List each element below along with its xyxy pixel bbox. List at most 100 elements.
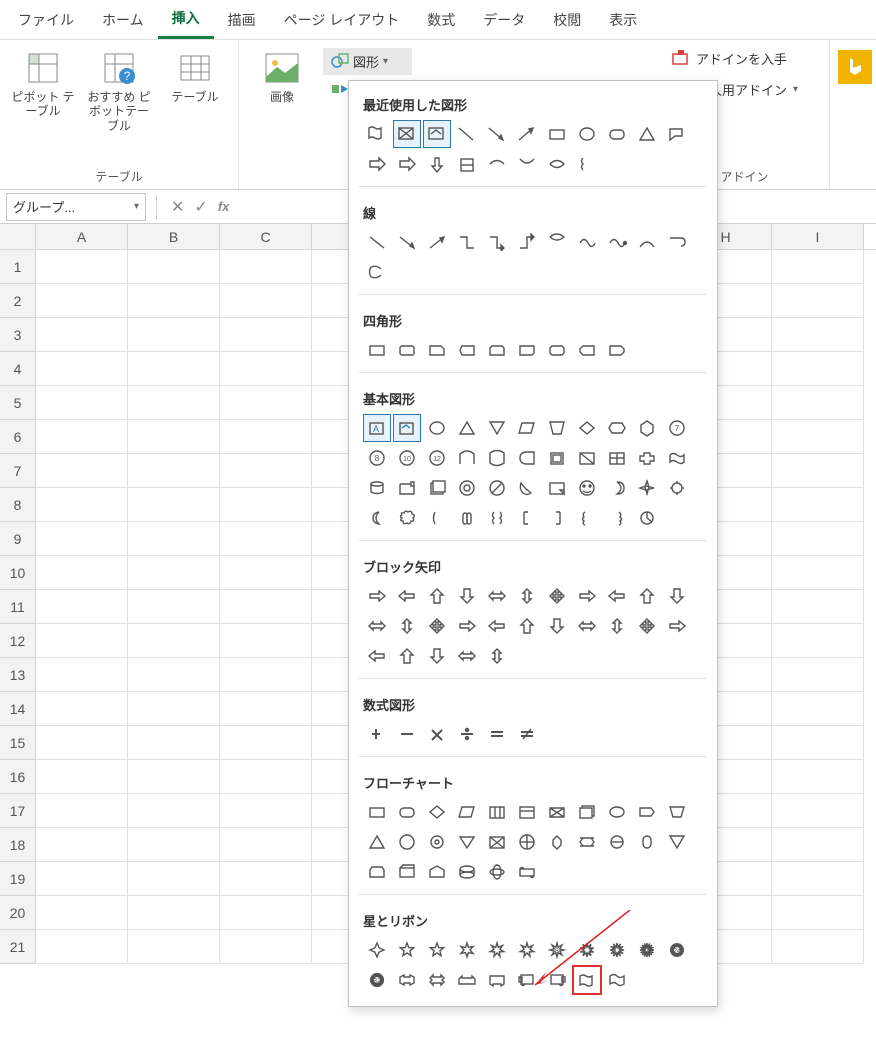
shape-option[interactable] xyxy=(633,828,661,856)
cell[interactable] xyxy=(36,930,128,964)
name-box[interactable]: グループ... ▾ xyxy=(6,193,146,221)
shape-option[interactable] xyxy=(363,612,391,640)
shape-option[interactable] xyxy=(573,120,601,148)
shape-option[interactable] xyxy=(363,336,391,364)
shape-option[interactable] xyxy=(393,720,421,748)
shape-option[interactable] xyxy=(453,720,481,748)
cell[interactable] xyxy=(36,522,128,556)
cell[interactable] xyxy=(128,930,220,964)
shape-option[interactable] xyxy=(513,612,541,640)
shape-option[interactable] xyxy=(573,228,601,256)
shape-option[interactable] xyxy=(483,414,511,442)
shape-option[interactable] xyxy=(603,504,631,532)
cell[interactable] xyxy=(772,930,864,964)
cell[interactable] xyxy=(772,692,864,726)
shape-option[interactable] xyxy=(633,228,661,256)
cell[interactable] xyxy=(220,556,312,590)
shape-option[interactable] xyxy=(603,120,631,148)
image-button[interactable]: 画像 xyxy=(247,46,317,108)
cell[interactable] xyxy=(220,658,312,692)
cell[interactable] xyxy=(772,420,864,454)
shape-option[interactable]: 12 xyxy=(423,444,451,472)
shape-option[interactable] xyxy=(603,336,631,364)
shape-option[interactable] xyxy=(363,858,391,886)
cell[interactable] xyxy=(128,658,220,692)
cell[interactable] xyxy=(128,250,220,284)
shape-option[interactable] xyxy=(573,798,601,826)
shape-option[interactable] xyxy=(423,966,451,994)
shape-option[interactable] xyxy=(363,798,391,826)
cell[interactable] xyxy=(36,658,128,692)
cell[interactable] xyxy=(772,386,864,420)
shape-option[interactable] xyxy=(393,336,421,364)
shape-option[interactable] xyxy=(423,936,451,964)
row-header-8[interactable]: 8 xyxy=(0,488,36,522)
shape-option[interactable] xyxy=(393,504,421,532)
tab-6[interactable]: データ xyxy=(469,2,539,38)
shape-option[interactable] xyxy=(483,642,511,670)
shape-option[interactable] xyxy=(483,150,511,178)
shape-option[interactable] xyxy=(423,504,451,532)
row-header-14[interactable]: 14 xyxy=(0,692,36,726)
cell[interactable] xyxy=(220,386,312,420)
shape-option[interactable] xyxy=(393,474,421,502)
shape-option[interactable] xyxy=(573,966,601,994)
shape-option[interactable] xyxy=(453,798,481,826)
shape-option[interactable] xyxy=(633,582,661,610)
cell[interactable] xyxy=(772,284,864,318)
shape-option[interactable] xyxy=(573,612,601,640)
cell[interactable] xyxy=(36,794,128,828)
cell[interactable] xyxy=(36,692,128,726)
shape-option[interactable]: 7 xyxy=(663,414,691,442)
shape-option[interactable] xyxy=(483,798,511,826)
shape-option[interactable] xyxy=(423,858,451,886)
shape-option[interactable] xyxy=(393,150,421,178)
col-header-I[interactable]: I xyxy=(772,224,864,249)
shape-option[interactable] xyxy=(513,150,541,178)
shape-option[interactable] xyxy=(483,828,511,856)
shape-option[interactable] xyxy=(453,966,481,994)
cell[interactable] xyxy=(220,590,312,624)
shape-option[interactable] xyxy=(543,414,571,442)
shape-option[interactable] xyxy=(393,858,421,886)
cell[interactable] xyxy=(220,420,312,454)
cell[interactable] xyxy=(128,828,220,862)
cell[interactable] xyxy=(36,624,128,658)
cell[interactable] xyxy=(772,352,864,386)
shape-option[interactable] xyxy=(603,798,631,826)
row-header-1[interactable]: 1 xyxy=(0,250,36,284)
shape-option[interactable]: 10 xyxy=(393,444,421,472)
cell[interactable] xyxy=(772,556,864,590)
cell[interactable] xyxy=(36,386,128,420)
shape-option[interactable] xyxy=(453,336,481,364)
shape-option[interactable] xyxy=(453,474,481,502)
cell[interactable] xyxy=(36,420,128,454)
shape-option[interactable] xyxy=(543,582,571,610)
cell[interactable] xyxy=(220,488,312,522)
shape-option[interactable]: 32 xyxy=(363,966,391,994)
row-header-15[interactable]: 15 xyxy=(0,726,36,760)
cell[interactable] xyxy=(36,352,128,386)
row-header-19[interactable]: 19 xyxy=(0,862,36,896)
tab-4[interactable]: ページ レイアウト xyxy=(270,2,414,38)
shape-option[interactable] xyxy=(573,936,601,964)
cell[interactable] xyxy=(220,828,312,862)
shape-option[interactable] xyxy=(453,582,481,610)
cell[interactable] xyxy=(772,896,864,930)
shape-option[interactable] xyxy=(663,474,691,502)
shape-option[interactable] xyxy=(513,474,541,502)
row-header-21[interactable]: 21 xyxy=(0,930,36,964)
cell[interactable] xyxy=(220,794,312,828)
shape-option[interactable] xyxy=(543,120,571,148)
row-header-6[interactable]: 6 xyxy=(0,420,36,454)
cell[interactable] xyxy=(128,896,220,930)
cell[interactable] xyxy=(772,828,864,862)
shape-option[interactable] xyxy=(453,150,481,178)
pivot-table-button[interactable]: ピボット テーブル xyxy=(8,46,78,164)
shape-option[interactable] xyxy=(543,612,571,640)
tab-7[interactable]: 校閲 xyxy=(539,2,595,38)
shape-option[interactable] xyxy=(453,120,481,148)
cell[interactable] xyxy=(220,624,312,658)
shape-option[interactable] xyxy=(363,936,391,964)
col-header-A[interactable]: A xyxy=(36,224,128,249)
